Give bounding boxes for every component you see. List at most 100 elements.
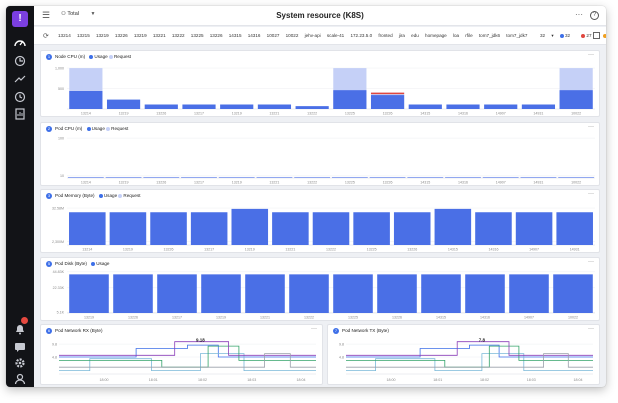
x-tick-label: 18:03 bbox=[527, 378, 536, 382]
usage-bar bbox=[553, 274, 593, 313]
x-tick-label: 13217 bbox=[194, 112, 204, 116]
filter-tag[interactable]: edu bbox=[411, 33, 419, 38]
x-tick-label: 13217 bbox=[194, 181, 204, 185]
filter-tag[interactable]: 13214 bbox=[58, 33, 71, 38]
usage-bar bbox=[393, 212, 431, 245]
pod-memory-title: 3 Pod Memory (Byte) Usage Request bbox=[46, 193, 141, 199]
notification-badge bbox=[21, 317, 28, 324]
usage-bar bbox=[421, 274, 461, 313]
usage-bar bbox=[484, 104, 518, 109]
x-tick-label: 14931 bbox=[570, 248, 580, 252]
trace-icon[interactable] bbox=[13, 72, 27, 86]
usage-bar bbox=[109, 212, 147, 245]
usage-bar bbox=[370, 95, 405, 109]
network-rx-panel: 6 Pod Network RX (Byte) ··· 9.8 4.8 18:00 18… bbox=[40, 324, 323, 385]
x-tick-label: 13222 bbox=[304, 316, 314, 320]
peak-value-label: 7.8 bbox=[479, 338, 486, 343]
usage-bar bbox=[69, 91, 103, 109]
y-tick-label: 100 bbox=[58, 136, 64, 140]
usage-bar bbox=[272, 212, 309, 245]
history-icon[interactable] bbox=[13, 90, 27, 104]
panel-menu-icon[interactable]: ··· bbox=[588, 191, 594, 197]
y-tick-label: 4.8 bbox=[339, 355, 344, 359]
usage-bar bbox=[509, 274, 549, 313]
x-tick-label: 13219 bbox=[216, 316, 226, 320]
notification-bell-icon[interactable] bbox=[13, 322, 27, 336]
filter-tag[interactable]: 13226 bbox=[115, 33, 128, 38]
filter-tag[interactable]: 13225 bbox=[191, 33, 204, 38]
network-tx-panel: 7 Pod Network TX (Byte) ··· 9.8 4.8 18:00 18… bbox=[327, 324, 600, 385]
bar-chart-icon[interactable] bbox=[593, 32, 600, 39]
pod-disk-title: 5 Pod Disk (Byte) Usage bbox=[46, 261, 110, 267]
filter-tag[interactable]: 13222 bbox=[172, 33, 185, 38]
filter-tag[interactable]: jehv-api bbox=[305, 33, 321, 38]
filter-tag[interactable]: loa bbox=[453, 33, 459, 38]
user-icon[interactable] bbox=[13, 372, 27, 386]
panel-menu-icon[interactable]: ··· bbox=[588, 52, 594, 58]
dashboard-icon[interactable] bbox=[13, 36, 27, 50]
filter-tag[interactable]: tom7_jdk6 bbox=[479, 33, 500, 38]
y-tick-label: 2,300M bbox=[52, 240, 64, 244]
more-options-icon[interactable]: ··· bbox=[575, 10, 583, 19]
usage-bar bbox=[201, 274, 241, 313]
panel-menu-icon[interactable]: ··· bbox=[311, 326, 317, 332]
x-tick-label: 14315 bbox=[420, 112, 430, 116]
filter-tag[interactable]: 10027 bbox=[267, 33, 280, 38]
filter-tag[interactable]: 14316 bbox=[248, 33, 261, 38]
node-cpu-chart: 1,000 500 13214 13219 13226 13217 13219 13221 13… bbox=[55, 66, 595, 116]
pod-memory-chart: 32.58M 2,300M 13214 13219 13226 13217 13219 132… bbox=[52, 206, 595, 252]
filter-tag[interactable]: jira bbox=[399, 33, 405, 38]
panel-menu-icon[interactable]: ··· bbox=[588, 259, 594, 265]
x-tick-label: 13221 bbox=[260, 316, 270, 320]
analysis-icon[interactable] bbox=[13, 54, 27, 68]
x-tick-label: 10022 bbox=[568, 316, 578, 320]
y-tick-label: 22.33K bbox=[53, 286, 65, 290]
filter-tag[interactable]: 14315 bbox=[229, 33, 242, 38]
app-logo-icon[interactable]: ! bbox=[12, 11, 28, 27]
x-tick-label: 14931 bbox=[533, 112, 543, 116]
gear-icon[interactable] bbox=[13, 356, 27, 370]
filter-tag[interactable]: homepage bbox=[425, 33, 447, 38]
report-icon[interactable] bbox=[13, 107, 27, 121]
usage-bar bbox=[69, 274, 109, 313]
x-tick-label: 18:04 bbox=[574, 378, 583, 382]
x-tick-label: 14316 bbox=[480, 316, 490, 320]
filter-tag[interactable]: 13215 bbox=[77, 33, 90, 38]
filter-tag[interactable]: 10022 bbox=[286, 33, 299, 38]
node-filter-tags: 13214 13215 13219 13226 13219 13221 13222 13225… bbox=[58, 33, 528, 38]
x-tick-label: 13226 bbox=[407, 248, 417, 252]
filter-tag[interactable]: 13226 bbox=[210, 33, 223, 38]
panel-menu-icon[interactable]: ··· bbox=[588, 124, 594, 130]
panel-menu-icon[interactable]: ··· bbox=[588, 326, 594, 332]
network-tx-title: 7 Pod Network TX (Byte) bbox=[333, 328, 389, 334]
x-tick-label: 13222 bbox=[307, 112, 317, 116]
x-tick-label: 18:04 bbox=[297, 378, 306, 382]
filter-tag[interactable]: fronted bbox=[378, 33, 392, 38]
status-warn: 0 bbox=[602, 33, 606, 38]
x-tick-label: 14907 bbox=[496, 112, 506, 116]
x-tick-label: 13226 bbox=[156, 181, 166, 185]
y-tick-label: 500 bbox=[58, 87, 64, 91]
node-cpu-panel: 1 Node CPU (m) Usage Request ··· 1,000 500… bbox=[40, 50, 600, 117]
filter-tag[interactable]: tom7_jdk7 bbox=[506, 33, 527, 38]
filter-tag[interactable]: 13219 bbox=[96, 33, 109, 38]
filter-tag[interactable]: scale-41 bbox=[327, 33, 344, 38]
usage-bar bbox=[331, 177, 368, 178]
chat-icon[interactable] bbox=[13, 340, 27, 354]
filter-tag[interactable]: rfile bbox=[465, 33, 472, 38]
filter-tag[interactable]: 13221 bbox=[153, 33, 166, 38]
usage-bar bbox=[218, 177, 255, 178]
x-tick-label: 13226 bbox=[383, 181, 393, 185]
filter-tag[interactable]: 13219 bbox=[134, 33, 147, 38]
help-icon[interactable]: ? bbox=[590, 11, 599, 20]
y-tick-label: 44.83K bbox=[53, 270, 65, 274]
usage-bar bbox=[377, 274, 417, 313]
refresh-icon[interactable]: ⟳ bbox=[43, 32, 49, 40]
x-tick-label: 10022 bbox=[571, 112, 581, 116]
x-tick-label: 18:00 bbox=[387, 378, 396, 382]
x-tick-label: 13226 bbox=[392, 316, 402, 320]
x-tick-label: 14315 bbox=[448, 248, 458, 252]
count-selector[interactable]: 32 ▾ bbox=[540, 33, 554, 38]
pod-disk-panel: 5 Pod Disk (Byte) Usage ··· 44.83K 22.33K 5… bbox=[40, 257, 600, 321]
filter-tag[interactable]: 172.23.5.0 bbox=[350, 33, 372, 38]
